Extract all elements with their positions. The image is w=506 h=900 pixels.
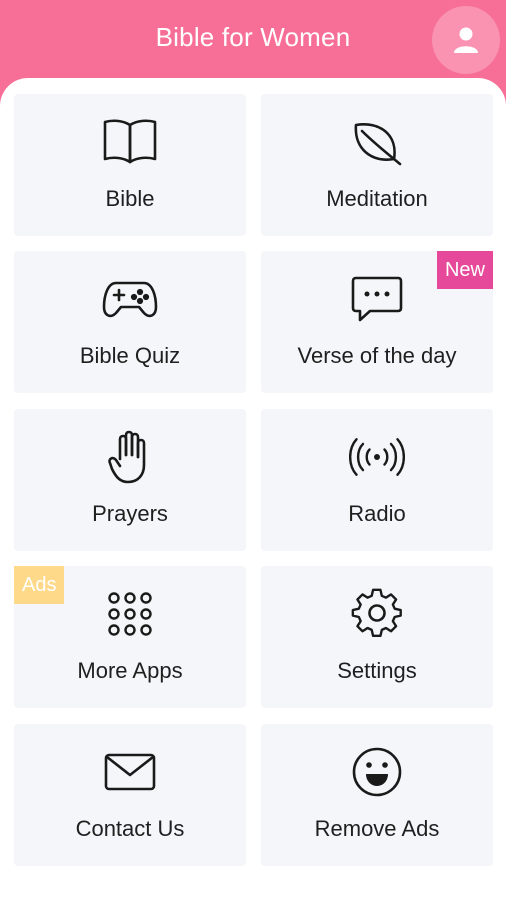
gear-icon: [349, 588, 405, 640]
tile-label: Verse of the day: [297, 343, 457, 368]
tile-settings[interactable]: Settings: [261, 566, 493, 708]
tile-contact-us[interactable]: Contact Us: [14, 724, 246, 866]
tile-label: Meditation: [326, 186, 428, 211]
hand-icon: [102, 430, 158, 484]
tile-label: More Apps: [77, 658, 183, 683]
mail-icon: [102, 746, 158, 798]
tile-label: Remove Ads: [314, 816, 440, 841]
menu-sheet: Bible Meditation Bible Quiz Verse of the…: [0, 78, 506, 900]
radio-signal-icon: [349, 431, 405, 483]
tile-label: Settings: [337, 658, 417, 683]
book-icon: [102, 116, 158, 168]
tile-label: Bible Quiz: [79, 343, 181, 368]
ads-badge: Ads: [14, 566, 65, 604]
tile-label: Radio: [348, 501, 406, 526]
tile-radio[interactable]: Radio: [261, 409, 493, 551]
app-title: Bible for Women: [155, 22, 351, 52]
new-badge: New: [436, 251, 493, 289]
gamepad-icon: [102, 273, 158, 325]
tile-remove-ads[interactable]: Remove Ads: [261, 724, 493, 866]
tile-bible-quiz[interactable]: Bible Quiz: [14, 251, 246, 393]
smiley-icon: [349, 746, 405, 798]
tile-bible[interactable]: Bible: [14, 94, 246, 236]
profile-button[interactable]: [432, 6, 500, 74]
tile-label: Bible: [105, 186, 155, 211]
tile-verse-of-the-day[interactable]: Verse of the day New: [261, 251, 493, 393]
tile-label: Contact Us: [75, 816, 185, 841]
leaf-icon: [349, 116, 405, 168]
tile-meditation[interactable]: Meditation: [261, 94, 493, 236]
tile-label: Prayers: [92, 501, 168, 526]
user-icon: [451, 25, 481, 55]
message-dots-icon: [349, 273, 405, 325]
tile-more-apps[interactable]: More Apps Ads: [14, 566, 246, 708]
grid-dots-icon: [102, 588, 158, 640]
tile-prayers[interactable]: Prayers: [14, 409, 246, 551]
